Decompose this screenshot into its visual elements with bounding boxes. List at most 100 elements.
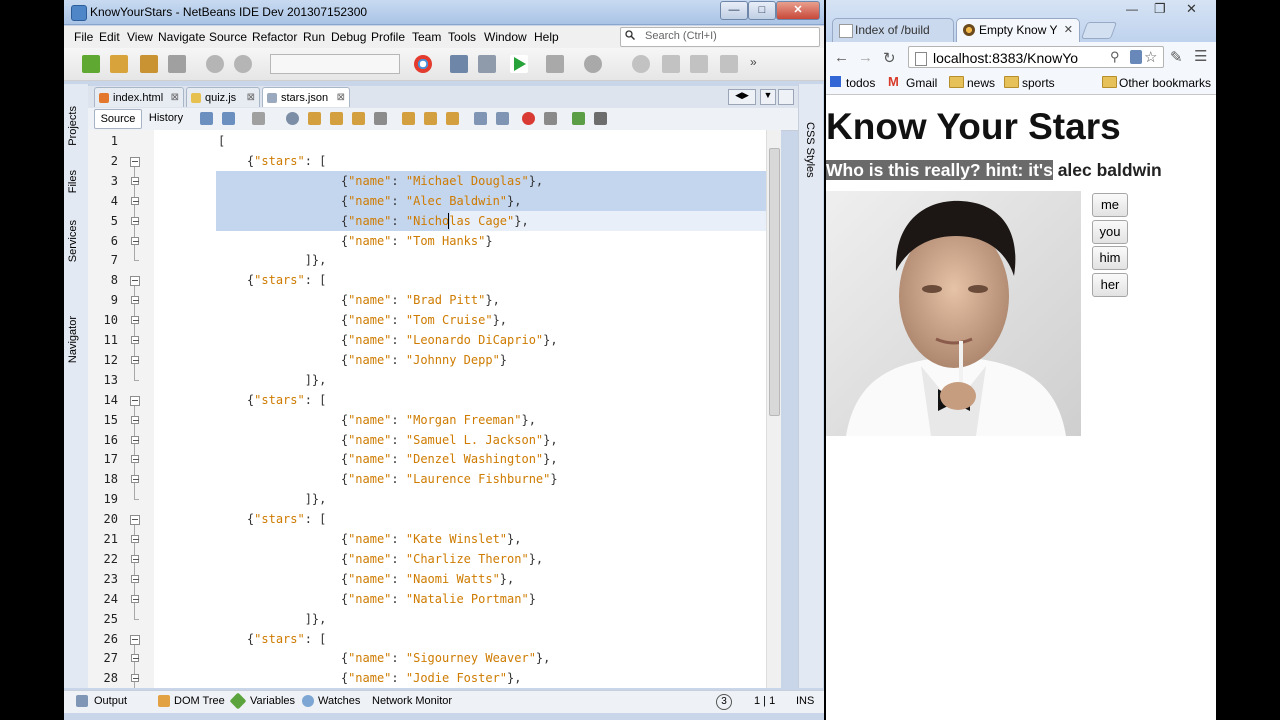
answer-button-you[interactable]: you <box>1092 220 1128 244</box>
fold-marker-icon[interactable] <box>131 415 139 424</box>
fold-toggle-icon[interactable] <box>130 156 140 167</box>
toggle-bookmark-icon[interactable] <box>446 112 459 125</box>
search-input[interactable]: Search (Ctrl+I) <box>620 27 820 47</box>
css-styles-panel-tab[interactable]: CSS Styles <box>804 122 816 178</box>
output-tab[interactable]: Output <box>94 695 127 707</box>
back-icon[interactable] <box>222 112 235 125</box>
code-line[interactable]: {"name": "Tom Hanks"} <box>218 231 493 251</box>
fold-marker-icon[interactable] <box>131 455 139 464</box>
code-line[interactable]: {"name": "Denzel Washington"}, <box>218 449 558 469</box>
code-line[interactable]: {"name": "Alec Baldwin"}, <box>218 191 522 211</box>
code-line[interactable]: {"stars": [ <box>218 509 327 529</box>
bookmark-todos[interactable]: todos <box>846 76 875 90</box>
find-previous-icon[interactable] <box>308 112 321 125</box>
menu-tools[interactable]: Tools <box>448 30 476 44</box>
forward-arrow-icon[interactable]: → <box>858 49 873 66</box>
run-icon[interactable] <box>510 55 528 73</box>
answer-button-her[interactable]: her <box>1092 273 1128 297</box>
code-line[interactable]: {"stars": [ <box>218 270 327 290</box>
code-line[interactable]: ]}, <box>218 370 327 390</box>
new-file-icon[interactable] <box>82 55 100 73</box>
apply-code-icon[interactable] <box>690 55 708 73</box>
pause-icon[interactable] <box>632 55 650 73</box>
answer-button-me[interactable]: me <box>1092 193 1128 217</box>
minimize-button[interactable]: — <box>720 1 748 20</box>
fold-marker-icon[interactable] <box>131 435 139 444</box>
find-icon[interactable] <box>286 112 299 125</box>
configuration-select[interactable] <box>270 54 400 74</box>
last-edit-icon[interactable] <box>200 112 213 125</box>
code-line[interactable]: {"stars": [ <box>218 629 327 649</box>
menu-refactor[interactable]: Refactor <box>252 30 297 44</box>
bookmark-news[interactable]: news <box>967 76 995 90</box>
code-line[interactable]: {"name": "Laurence Fishburne"} <box>218 469 558 489</box>
fold-marker-icon[interactable] <box>131 674 139 683</box>
code-line[interactable]: {"name": "Charlize Theron"}, <box>218 549 543 569</box>
code-line[interactable]: {"stars": [ <box>218 390 327 410</box>
bookmark-gmail[interactable]: Gmail <box>906 76 937 90</box>
code-line[interactable]: {"name": "Morgan Freeman"}, <box>218 410 536 430</box>
new-project-icon[interactable] <box>110 55 128 73</box>
other-bookmarks[interactable]: Other bookmarks <box>1119 76 1211 90</box>
fold-marker-icon[interactable] <box>131 475 139 484</box>
tab-index-html[interactable]: index.html ⊠ <box>94 87 184 107</box>
debug-icon[interactable] <box>546 55 564 73</box>
menu-help[interactable]: Help <box>534 30 559 44</box>
bookmark-star-icon[interactable]: ☆ <box>1144 48 1157 66</box>
menu-window[interactable]: Window <box>484 30 527 44</box>
fold-marker-icon[interactable] <box>131 594 139 603</box>
fold-marker-icon[interactable] <box>131 296 139 305</box>
history-view-button[interactable]: History <box>144 109 188 127</box>
code-editor[interactable]: [ {"stars": [ {"name": "Michael Douglas"… <box>154 130 780 688</box>
redo-icon[interactable] <box>234 55 252 73</box>
dom-tree-tab[interactable]: DOM Tree <box>174 695 225 707</box>
fold-marker-icon[interactable] <box>131 554 139 563</box>
fold-marker-icon[interactable] <box>131 535 139 543</box>
code-line[interactable]: {"name": "Nicholas Cage"}, <box>218 211 529 231</box>
menu-navigate[interactable]: Navigate <box>158 30 205 44</box>
code-line[interactable]: ]}, <box>218 609 327 629</box>
maximize-editor-button[interactable] <box>778 89 794 105</box>
reload-icon[interactable] <box>720 55 738 73</box>
menu-view[interactable]: View <box>127 30 153 44</box>
find-next-icon[interactable] <box>330 112 343 125</box>
validate-icon[interactable] <box>572 112 585 125</box>
close-icon[interactable]: ✕ <box>1064 19 1073 41</box>
menu-profile[interactable]: Profile <box>371 30 405 44</box>
previous-bookmark-icon[interactable] <box>402 112 415 125</box>
save-all-icon[interactable] <box>168 55 186 73</box>
clean-build-icon[interactable] <box>478 55 496 73</box>
menu-debug[interactable]: Debug <box>331 30 366 44</box>
menu-icon[interactable]: ☰ <box>1194 47 1207 65</box>
code-line[interactable]: {"name": "Leonardo DiCaprio"}, <box>218 330 558 350</box>
menu-file[interactable]: File <box>74 30 93 44</box>
network-monitor-tab[interactable]: Network Monitor <box>372 695 452 707</box>
close-icon[interactable]: ⊠ <box>171 88 179 108</box>
zoom-icon[interactable]: ⚲ <box>1110 49 1120 65</box>
code-line[interactable]: ]}, <box>218 489 327 509</box>
fold-toggle-icon[interactable] <box>130 395 140 406</box>
answer-button-him[interactable]: him <box>1092 246 1128 270</box>
variables-tab[interactable]: Variables <box>250 695 295 707</box>
shift-right-icon[interactable] <box>496 112 509 125</box>
code-line[interactable]: {"name": "Johnny Depp"} <box>218 350 507 370</box>
pencil-extension-icon[interactable]: ✎ <box>1170 48 1183 66</box>
address-bar[interactable]: localhost:8383/KnowYo <box>908 46 1164 68</box>
fold-marker-icon[interactable] <box>131 336 139 344</box>
chrome-browser-icon[interactable] <box>414 55 432 73</box>
new-tab-button[interactable] <box>1080 22 1118 39</box>
forward-icon[interactable] <box>252 112 265 125</box>
fold-marker-icon[interactable] <box>131 216 139 225</box>
fold-toggle-icon[interactable] <box>130 634 140 645</box>
reload-icon[interactable]: ↻ <box>883 49 896 67</box>
start-macro-icon[interactable] <box>522 112 535 125</box>
fold-toggle-icon[interactable] <box>130 515 140 526</box>
stop-macro-icon[interactable] <box>544 112 557 125</box>
fold-marker-icon[interactable] <box>131 654 139 663</box>
editor-scrollbar[interactable] <box>766 130 781 688</box>
code-line[interactable]: {"name": "Jodie Foster"}, <box>218 668 522 688</box>
projects-panel-tab[interactable]: Projects <box>67 106 79 146</box>
hammer-icon[interactable] <box>450 55 468 73</box>
fold-marker-icon[interactable] <box>131 236 139 245</box>
toggle-selection-icon[interactable] <box>374 112 387 125</box>
